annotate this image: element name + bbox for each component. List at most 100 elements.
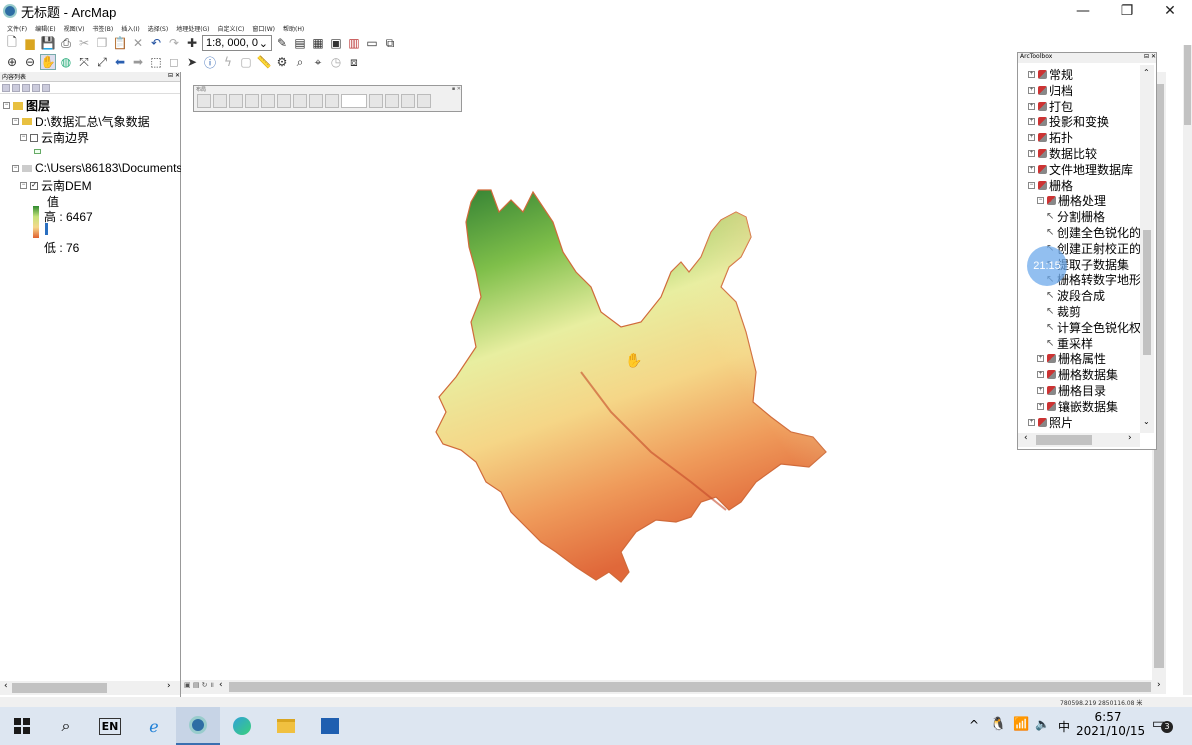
- measure-icon[interactable]: 📏: [256, 54, 272, 70]
- close-icon[interactable]: ▪ ✕: [452, 86, 461, 94]
- scroll-left-icon[interactable]: ‹: [1024, 433, 1028, 443]
- select-features-icon[interactable]: ⬚: [148, 54, 164, 70]
- scroll-right-icon[interactable]: ›: [1157, 680, 1161, 690]
- pin-close-icon[interactable]: ⊟ ✕: [1144, 53, 1156, 63]
- toolbox-item[interactable]: − 栅格: [1028, 177, 1073, 194]
- toolbox-item[interactable]: + 常规: [1028, 66, 1073, 83]
- undo-icon[interactable]: ↶: [148, 35, 164, 51]
- open-folder-icon[interactable]: ▆: [22, 35, 38, 51]
- python-window-icon[interactable]: ▭: [364, 35, 380, 51]
- toolbox-item[interactable]: + 投影和变换: [1028, 113, 1109, 130]
- collapse-icon[interactable]: −: [3, 102, 10, 109]
- toolbox-item[interactable]: + 镶嵌数据集: [1037, 398, 1118, 415]
- search-window-icon[interactable]: ▣: [328, 35, 344, 51]
- expand-icon[interactable]: +: [1028, 118, 1035, 126]
- toggle-draft-mode-icon[interactable]: [369, 94, 383, 108]
- maximize-button[interactable]: ❐: [1105, 0, 1149, 22]
- time-slider-icon[interactable]: ◷: [328, 54, 344, 70]
- paste-icon[interactable]: 📋: [112, 35, 128, 51]
- layer-visibility-checkbox[interactable]: [30, 133, 38, 142]
- scroll-right-icon[interactable]: ›: [1128, 433, 1132, 443]
- next-extent-page-icon[interactable]: [325, 94, 339, 108]
- arctoolbox-vertical-scrollbar[interactable]: ⌃ ⌄: [1140, 65, 1154, 433]
- delete-icon[interactable]: ✕: [130, 35, 146, 51]
- arctoolbox-horizontal-scrollbar[interactable]: ‹ ›: [1018, 433, 1140, 447]
- map-scale-dropdown[interactable]: 1:8, 000, 0 ⌄: [202, 35, 272, 51]
- collapse-icon[interactable]: −: [1037, 197, 1044, 205]
- toolbox-tool-item[interactable]: ↖ 计算全色锐化权: [1046, 319, 1141, 336]
- edge-browser-icon[interactable]: [220, 707, 264, 745]
- scrollbar-thumb[interactable]: [229, 682, 1151, 692]
- forward-extent-icon[interactable]: ➡: [130, 54, 146, 70]
- toolbox-tool-item[interactable]: ↖ 裁剪: [1046, 303, 1081, 320]
- expand-icon[interactable]: +: [1028, 102, 1035, 110]
- zoom-in-page-icon[interactable]: [197, 94, 211, 108]
- back-extent-icon[interactable]: ⬅: [112, 54, 128, 70]
- zoom-out-icon[interactable]: ⊖: [22, 54, 38, 70]
- minimize-button[interactable]: —: [1061, 0, 1105, 22]
- toc-root[interactable]: − 图层: [3, 97, 50, 114]
- zoom-100-icon[interactable]: [261, 94, 275, 108]
- notification-center[interactable]: ▭ 3: [1152, 716, 1173, 734]
- qq-tray-icon[interactable]: 🐧: [990, 717, 1006, 732]
- toc-group-1[interactable]: − D:\数据汇总\气象数据: [12, 113, 150, 130]
- toolbox-item[interactable]: + 栅格属性: [1037, 350, 1106, 367]
- expand-icon[interactable]: +: [1037, 402, 1044, 410]
- expand-icon[interactable]: +: [1028, 71, 1035, 78]
- collapse-icon[interactable]: −: [12, 164, 19, 172]
- search-icon[interactable]: ⌕: [44, 707, 88, 745]
- expand-icon[interactable]: +: [1028, 150, 1035, 157]
- fixed-zoom-out-icon[interactable]: ⤢: [94, 54, 110, 70]
- wifi-icon[interactable]: 📶: [1013, 717, 1029, 732]
- window-right-scrollbar[interactable]: [1183, 45, 1192, 695]
- map-horizontal-scrollbar[interactable]: ▣ ▤ ↻ ॥ ‹ ›: [181, 680, 1166, 694]
- data-driven-pages-icon[interactable]: [417, 94, 431, 108]
- toc-layer-boundary[interactable]: − 云南边界: [20, 129, 89, 146]
- collapse-icon[interactable]: −: [12, 118, 19, 125]
- catalog-icon[interactable]: ▦: [310, 35, 326, 51]
- toc-layer-dem[interactable]: − ✓ 云南DEM: [20, 177, 92, 194]
- show-hidden-icons-icon[interactable]: ^: [969, 718, 979, 732]
- expand-icon[interactable]: +: [1028, 418, 1035, 426]
- new-document-icon[interactable]: 🗋: [4, 35, 20, 51]
- pan-page-icon[interactable]: [229, 94, 243, 108]
- cut-icon[interactable]: ✂: [76, 35, 92, 51]
- polygon-symbol[interactable]: [34, 149, 41, 154]
- list-by-visibility-icon[interactable]: [22, 84, 30, 92]
- toolbox-item[interactable]: + 栅格目录: [1037, 382, 1106, 399]
- toolbox-item[interactable]: + 文件地理数据库: [1028, 161, 1133, 178]
- copy-icon[interactable]: ❐: [94, 35, 110, 51]
- scroll-up-icon[interactable]: ⌃: [1143, 68, 1150, 77]
- toolbox-tool-item[interactable]: ↖ 波段合成: [1046, 287, 1105, 304]
- photos-app-icon[interactable]: [308, 707, 352, 745]
- fixed-zoom-out-page-icon[interactable]: [293, 94, 307, 108]
- scrollbar-thumb[interactable]: [1143, 230, 1151, 355]
- redo-icon[interactable]: ↷: [166, 35, 182, 51]
- expand-icon[interactable]: +: [1037, 355, 1044, 363]
- toolbox-tool-item[interactable]: ↖ 创建全色锐化的: [1046, 224, 1141, 241]
- list-by-selection-icon[interactable]: [32, 84, 40, 92]
- scroll-left-icon[interactable]: ‹: [219, 680, 223, 690]
- view-switch-icons[interactable]: ▣ ▤ ↻ ॥: [184, 681, 214, 690]
- toolbox-item[interactable]: − 栅格处理: [1037, 192, 1106, 209]
- previous-extent-page-icon[interactable]: [309, 94, 323, 108]
- add-data-icon[interactable]: ✚: [184, 35, 200, 51]
- toolbox-tool-item[interactable]: ↖ 分割栅格: [1046, 208, 1105, 225]
- expand-icon[interactable]: +: [1037, 387, 1044, 394]
- change-layout-icon[interactable]: [401, 94, 415, 108]
- list-by-source-icon[interactable]: [12, 84, 20, 92]
- toc-group-2[interactable]: − C:\Users\86183\Documents\: [12, 161, 186, 175]
- zoom-percent-dropdown[interactable]: [341, 94, 367, 108]
- modelbuilder-icon[interactable]: ⧉: [382, 35, 398, 51]
- scrollbar-thumb[interactable]: [1184, 45, 1191, 125]
- identify-icon[interactable]: ⓘ: [202, 54, 218, 70]
- scroll-left-icon[interactable]: ‹: [4, 681, 8, 691]
- html-popup-icon[interactable]: ▢: [238, 54, 254, 70]
- collapse-icon[interactable]: −: [20, 134, 27, 141]
- start-button[interactable]: [0, 707, 44, 745]
- pin-close-icon[interactable]: ⊟ ✕: [168, 72, 180, 81]
- zoom-in-icon[interactable]: ⊕: [4, 54, 20, 70]
- go-to-xy-icon[interactable]: ⌖: [310, 54, 326, 70]
- ime-indicator[interactable]: 中: [1058, 718, 1070, 735]
- fixed-zoom-in-page-icon[interactable]: [277, 94, 291, 108]
